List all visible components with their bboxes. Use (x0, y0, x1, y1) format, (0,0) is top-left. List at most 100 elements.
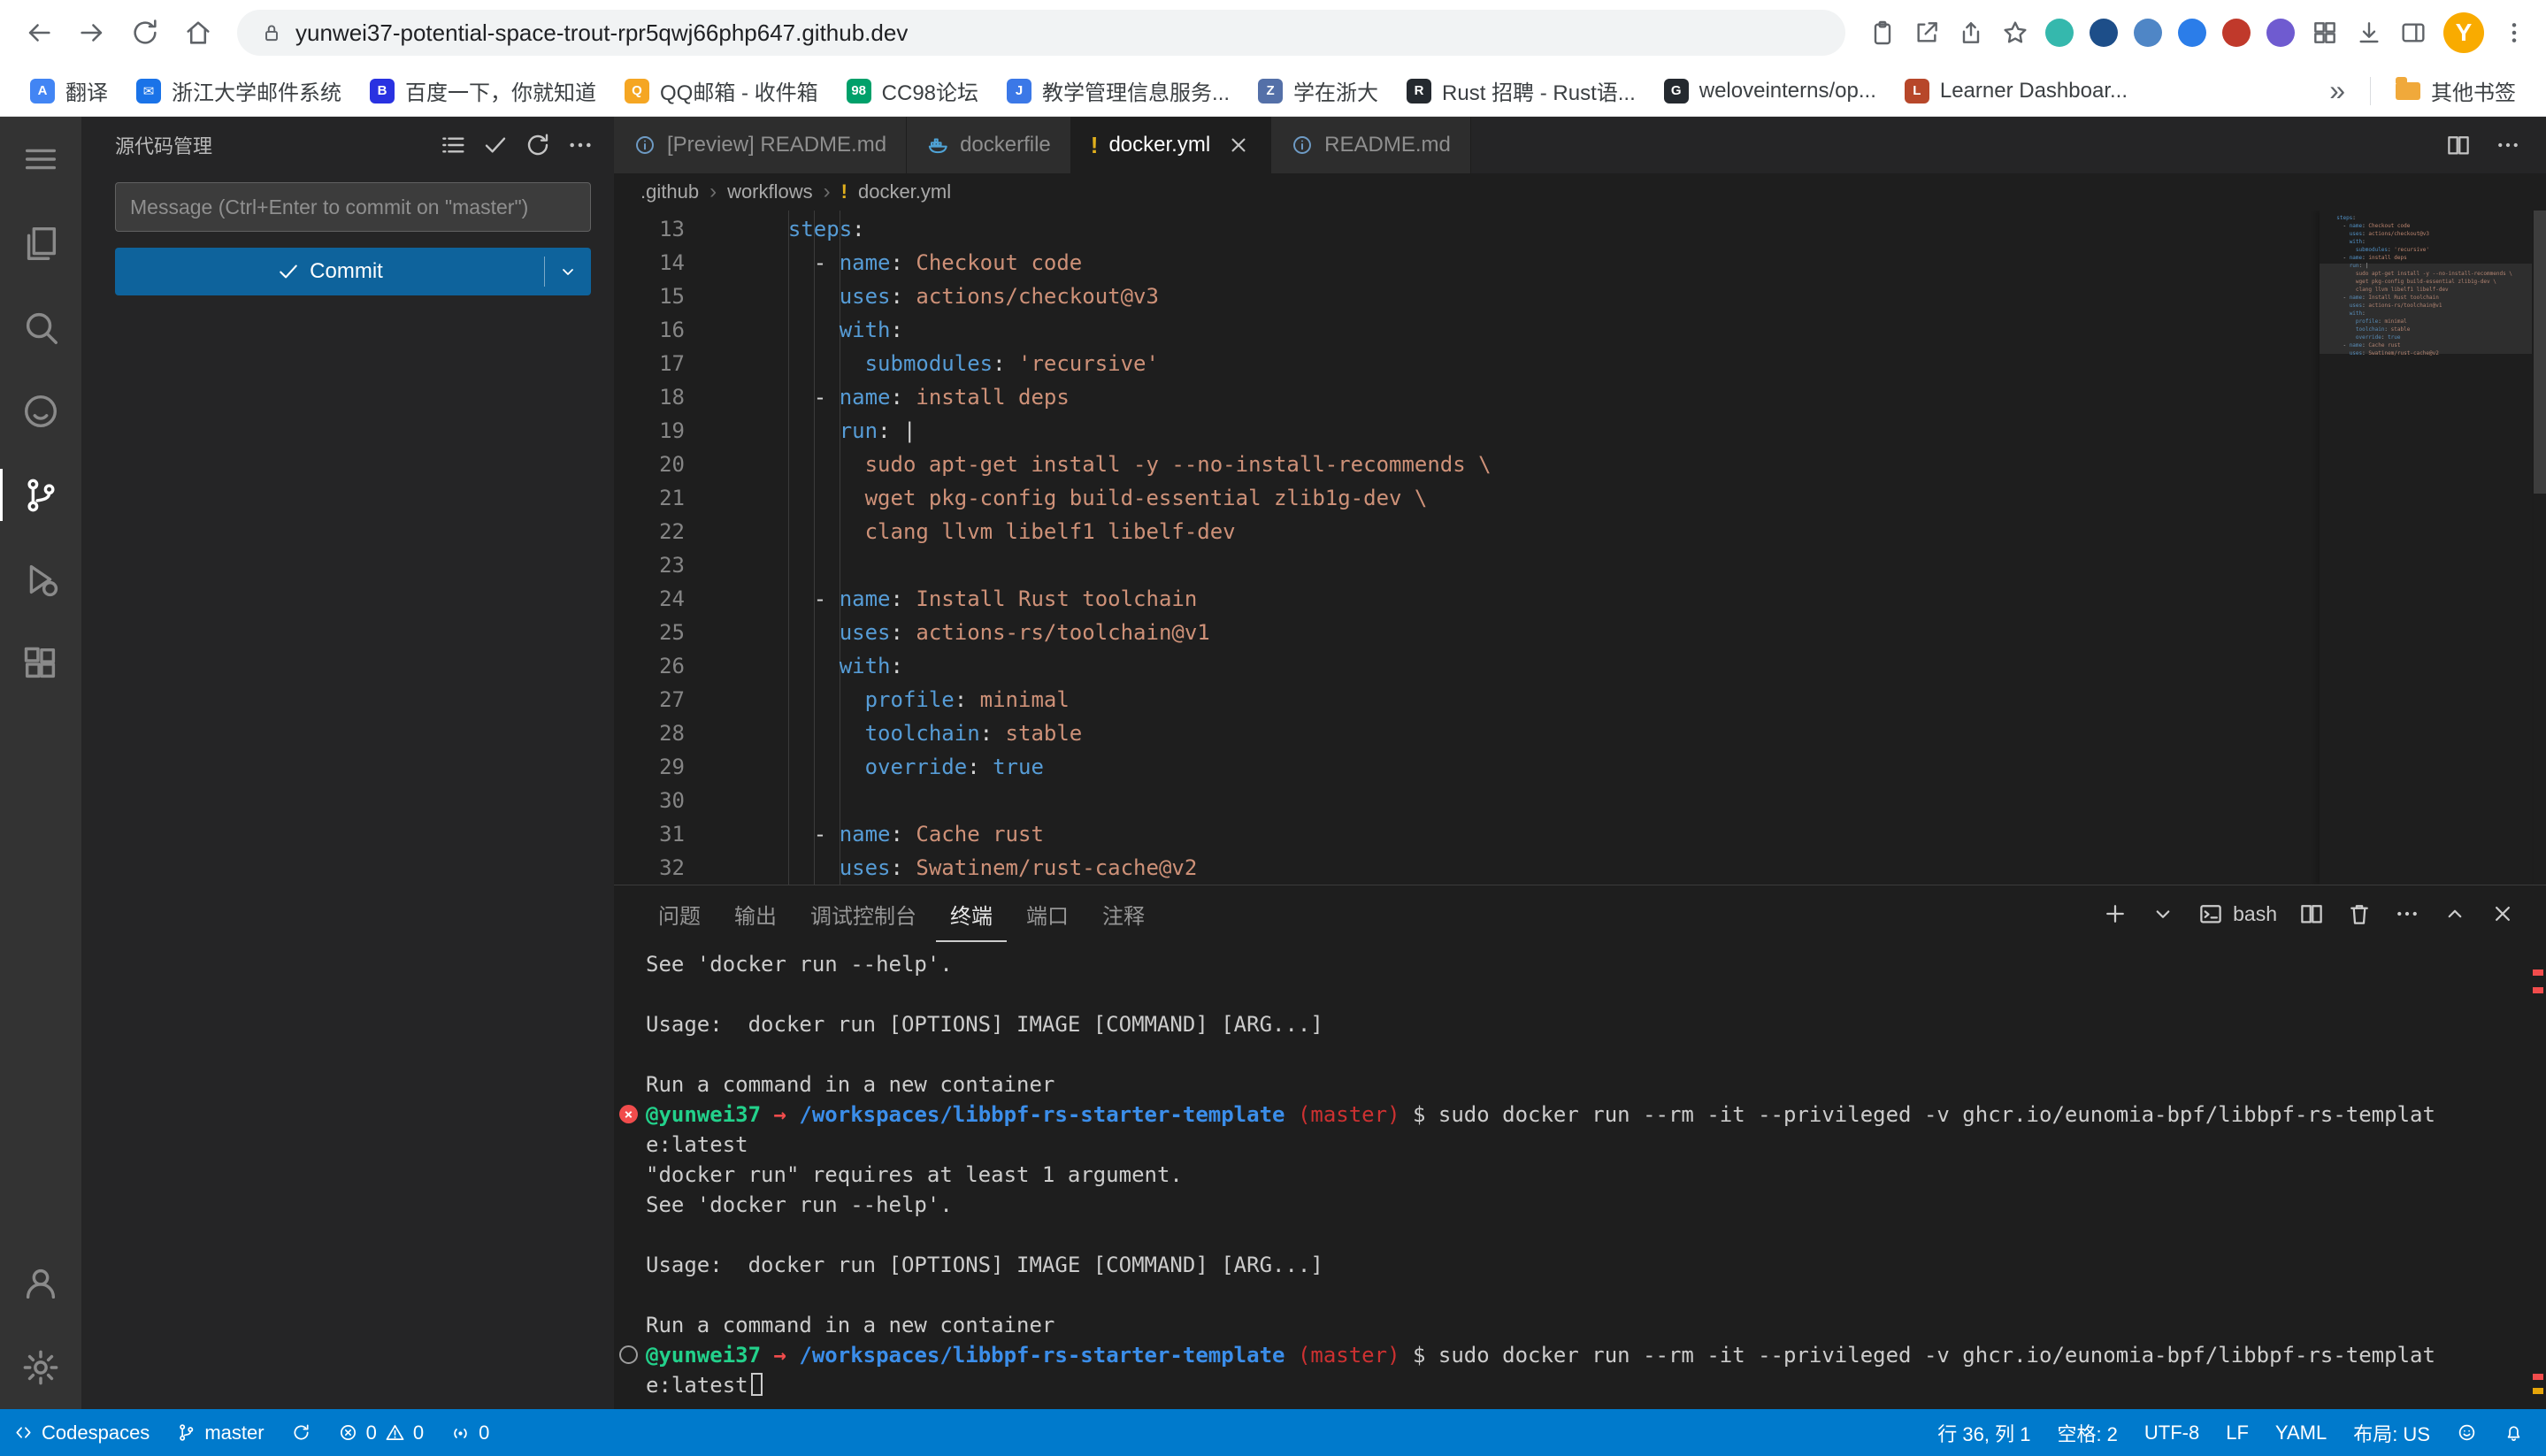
bookmark-item-5[interactable]: 98CC98论坛 (834, 68, 991, 113)
breadcrumb-item[interactable]: workflows (727, 180, 813, 203)
close-panel-icon[interactable] (2489, 900, 2516, 927)
extension-icon-2[interactable] (2090, 19, 2118, 47)
breadcrumb-item[interactable]: .github (640, 180, 699, 203)
code-line: 28 toolchain: stable (614, 717, 2320, 750)
more-actions-icon[interactable] (566, 131, 594, 159)
activity-menu[interactable] (0, 117, 81, 201)
share-icon[interactable] (1953, 15, 1989, 50)
extension-icon-1[interactable] (2045, 19, 2074, 47)
minimap-slider[interactable] (2320, 264, 2532, 354)
side-panel-icon[interactable] (2396, 15, 2431, 50)
status-sync[interactable] (278, 1409, 325, 1456)
terminal-icon (2197, 900, 2224, 927)
status-ports[interactable]: 0 (437, 1409, 502, 1456)
extension-icon-3[interactable] (2134, 19, 2162, 47)
other-bookmarks-folder[interactable]: 其他书签 (2383, 68, 2528, 113)
bookmarks-overflow-chevron[interactable]: » (2317, 74, 2358, 107)
open-in-new-icon[interactable] (1909, 15, 1944, 50)
back-button[interactable] (14, 8, 64, 57)
panel-tab-ports[interactable]: 端口 (1012, 885, 1083, 942)
bell-icon (2504, 1422, 2524, 1443)
tab-readme[interactable]: README.md (1271, 117, 1471, 173)
status-keyboard-layout[interactable]: 布局: US (2340, 1409, 2443, 1456)
status-remote-codespaces[interactable]: Codespaces (0, 1409, 163, 1456)
terminal[interactable]: See 'docker run --help'.Usage: docker ru… (614, 942, 2546, 1409)
bookmark-item-10[interactable]: LLearner Dashboar... (1892, 72, 2140, 111)
bookmark-item-8[interactable]: RRust 招聘 - Rust语... (1394, 68, 1648, 113)
tab-docker-yml[interactable]: !docker.yml (1071, 117, 1271, 173)
minimap[interactable]: steps: - name: Checkout code uses: actio… (2320, 211, 2532, 885)
activity-explorer[interactable] (0, 201, 81, 285)
split-editor-icon[interactable] (2445, 132, 2472, 158)
activity-search[interactable] (0, 285, 81, 369)
bookmark-item-7[interactable]: Z学在浙大 (1246, 68, 1391, 113)
terminal-line: e:latest (646, 1130, 2528, 1160)
panel-tab-terminal[interactable]: 终端 (936, 885, 1007, 942)
status-indentation[interactable]: 空格: 2 (2044, 1409, 2130, 1456)
commit-button[interactable]: Commit (115, 248, 591, 295)
tab-preview-readme[interactable]: [Preview] README.md (614, 117, 907, 173)
status-language-mode[interactable]: YAML (2262, 1409, 2340, 1456)
terminal-instance-bash[interactable]: bash (2197, 900, 2277, 927)
other-bookmarks-label: 其他书签 (2431, 75, 2516, 106)
status-encoding[interactable]: UTF-8 (2131, 1409, 2212, 1456)
panel-tab-problems[interactable]: 问题 (644, 885, 715, 942)
new-terminal-icon[interactable] (2102, 900, 2128, 927)
browser-menu-icon[interactable] (2496, 15, 2532, 50)
downloads-icon[interactable] (2351, 15, 2387, 50)
terminal-dropdown-icon[interactable] (2150, 900, 2176, 927)
activity-github[interactable] (0, 369, 81, 453)
bookmark-item-3[interactable]: B百度一下，你就知道 (357, 68, 609, 113)
commit-dropdown-button[interactable] (545, 248, 591, 295)
more-actions-icon[interactable] (2495, 132, 2521, 158)
commit-check-icon[interactable] (481, 131, 510, 159)
activity-extensions[interactable] (0, 621, 81, 705)
activity-source-control[interactable] (0, 453, 81, 537)
bookmark-item-4[interactable]: QQQ邮箱 - 收件箱 (612, 68, 831, 113)
sidebar-empty-space (81, 295, 614, 1409)
status-notifications[interactable] (2490, 1409, 2537, 1456)
view-as-list-icon[interactable] (439, 131, 467, 159)
home-button[interactable] (173, 8, 223, 57)
panel-tab-output[interactable]: 输出 (720, 885, 791, 942)
extension-icon-4[interactable] (2178, 19, 2206, 47)
extensions-puzzle-icon[interactable] (2307, 15, 2343, 50)
address-bar[interactable]: yunwei37-potential-space-trout-rpr5qwj66… (237, 10, 1845, 56)
activity-run-debug[interactable] (0, 537, 81, 621)
status-problems[interactable]: 00 (325, 1409, 438, 1456)
bookmark-item-1[interactable]: A翻译 (18, 68, 120, 113)
maximize-panel-icon[interactable] (2442, 900, 2468, 927)
panel-actions: bash (2102, 885, 2516, 942)
kill-terminal-icon[interactable] (2346, 900, 2373, 927)
extension-icon-6[interactable] (2266, 19, 2295, 47)
refresh-icon[interactable] (524, 131, 552, 159)
status-feedback[interactable] (2443, 1409, 2490, 1456)
bookmark-favicon: Q (625, 79, 649, 103)
bookmark-item-2[interactable]: ✉浙江大学邮件系统 (124, 68, 354, 113)
commit-message-input[interactable] (115, 182, 591, 232)
clipboard-icon[interactable] (1865, 15, 1900, 50)
activity-settings[interactable] (0, 1325, 81, 1409)
bottom-panel: 问题输出调试控制台终端端口注释 bash See 'docker run --h… (614, 885, 2546, 1409)
close-icon[interactable] (1226, 133, 1251, 157)
panel-tab-debug-console[interactable]: 调试控制台 (796, 885, 931, 942)
bookmark-item-9[interactable]: Gweloveinterns/op... (1652, 72, 1889, 111)
status-branch[interactable]: master (163, 1409, 277, 1456)
status-cursor-position[interactable]: 行 36, 列 1 (1924, 1409, 2044, 1456)
extension-icon-5[interactable] (2222, 19, 2251, 47)
bookmark-star-icon[interactable] (1998, 15, 2033, 50)
profile-avatar[interactable]: Y (2443, 12, 2484, 53)
split-terminal-icon[interactable] (2298, 900, 2325, 927)
breadcrumb-item[interactable]: docker.yml (858, 180, 951, 203)
panel-tab-comments[interactable]: 注释 (1088, 885, 1159, 942)
status-eol[interactable]: LF (2212, 1409, 2262, 1456)
editor-scrollbar[interactable] (2534, 211, 2546, 494)
more-actions-icon[interactable] (2394, 900, 2420, 927)
forward-button[interactable] (67, 8, 117, 57)
code-editor[interactable]: 13 steps:14 - name: Checkout code15 uses… (614, 211, 2546, 885)
refresh-button[interactable] (120, 8, 170, 57)
tab-dockerfile[interactable]: dockerfile (907, 117, 1071, 173)
commit-button-main[interactable]: Commit (115, 248, 544, 295)
bookmark-item-6[interactable]: J教学管理信息服务... (994, 68, 1242, 113)
activity-account[interactable] (0, 1241, 81, 1325)
